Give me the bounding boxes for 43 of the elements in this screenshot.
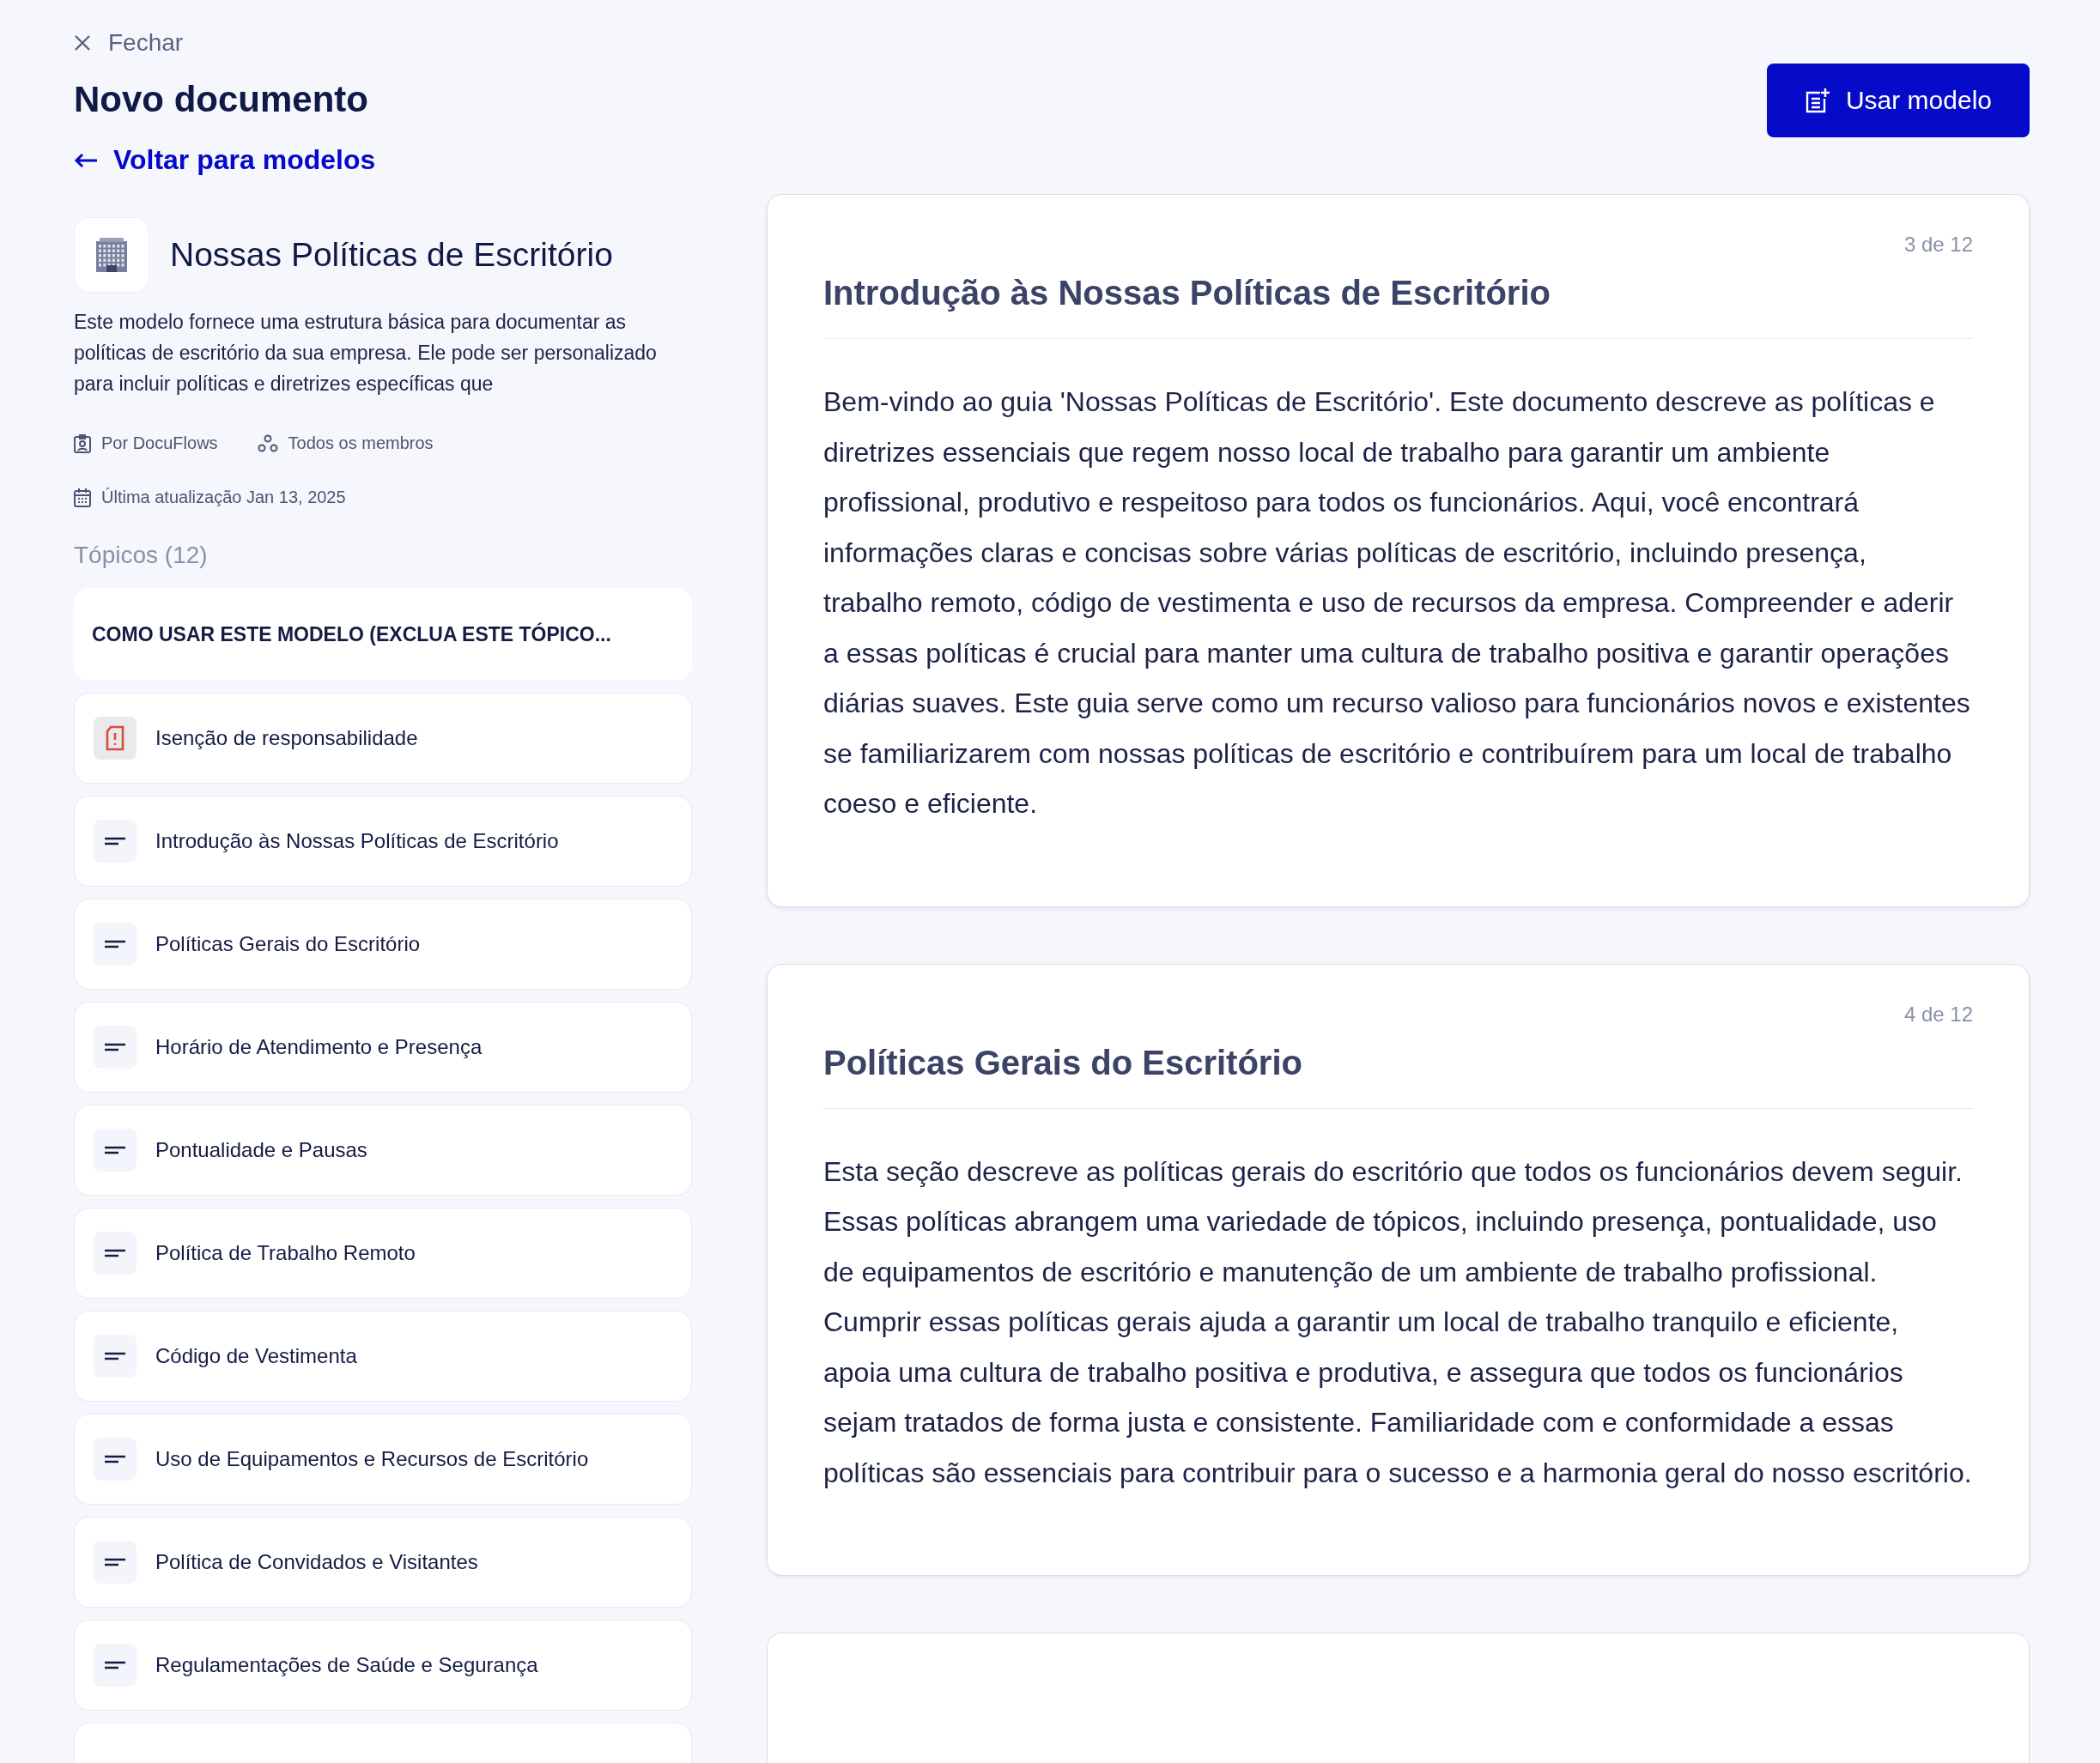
use-template-button[interactable]: Usar modelo [1766,64,2030,137]
alert-document-icon [104,725,126,751]
topic-item[interactable]: Horário de Atendimento e Presença [74,1002,692,1093]
template-title: Nossas Políticas de Escritório [170,236,613,274]
topic-item[interactable]: Isenção de responsabilidade [74,693,692,784]
section-title: Introdução às Nossas Políticas de Escritório [823,274,1973,339]
topic-item[interactable]: Regulamentações de Saúde e Segurança [74,1620,692,1711]
text-lines-icon [105,1660,125,1670]
text-lines-icon [105,1454,125,1464]
section-counter: 4 de 12 [1903,1002,1973,1027]
close-icon [74,34,91,51]
topic-item[interactable]: COMO USAR ESTE MODELO (EXCLUA ESTE TÓPICO... [74,588,692,681]
text-lines-icon [105,1042,125,1052]
topic-item[interactable]: Código de Vestimenta [74,1311,692,1402]
topic-item[interactable]: Políticas Gerais do Escritório [74,899,692,990]
topic-item[interactable]: Uso de Equipamentos e Recursos de Escritório [74,1414,692,1505]
badge-icon [74,433,91,453]
topic-item[interactable]: Introdução às Nossas Políticas de Escritório [74,796,692,887]
text-lines-icon [105,836,125,846]
section-counter: 3 de 12 [1903,233,1973,257]
topic-item[interactable]: Política de Convidados e Visitantes [74,1517,692,1608]
topics-heading: Tópicos (12) [74,542,209,569]
topic-item[interactable]: Política de Trabalho Remoto [74,1208,692,1299]
meta-text: Última atualização Jan 13, 2025 [101,488,346,507]
text-lines-icon [105,1351,125,1361]
meta-text: Todos os membros [288,433,434,453]
topic-item[interactable]: Pontualidade e Pausas [74,1105,692,1196]
document-plus-icon [1804,88,1830,113]
text-lines-icon [105,1557,125,1567]
page-title: Novo documento [74,79,369,120]
section-body: Bem-vindo ao guia 'Nossas Políticas de Escritório'. Este documento descreve as políticas e diretrizes essenciais que regem nosso local de trabalho para garantir um ambiente profissional, produtivo e respeitoso para todos os funcionários. Aqui, você encontrará informações claras e concisas sobre várias políticas de escritório, incluindo presença, trabalho remoto, código de vestimenta e uso de recursos da empresa. Compreender e aderir a essas políticas é crucial para manter uma cultura de trabalho positiva e garantir operações diárias suaves. Este guia serve como um recurso valioso para funcionários novos e existentes se familiarizarem com nossas políticas de escritório e contribuírem para um local de trabalho coeso e eficiente. [823,385,1971,821]
section-body: Esta seção descreve as políticas gerais do escritório que todos os funcionários devem seguir. Essas políticas abrangem uma variedade de tópicos, incluindo presença, pontualidade, uso de equipamentos de escritório e manutenção de um ambiente de trabalho profissional. Cumprir essas políticas gerais ajuda a garantir um local de trabalho tranquilo e eficiente, apoia uma cultura de trabalho positiva e produtiva, e assegura que todos os funcionários sejam tratados de forma justa e consistente. Familiaridade com e conformidade a essas políticas são essenciais para contribuir para o sucesso e a harmonia geral do nosso escritório. [823,1154,1973,1490]
back-link[interactable]: Voltar para modelos [74,144,376,176]
meta-text: Por DocuFlows [101,433,218,453]
text-lines-icon [105,1145,125,1155]
section-title: Políticas Gerais do Escritório [823,1043,1973,1109]
people-icon [257,433,278,453]
template-description: Este modelo fornece uma estrutura básica para documentar as políticas de escritório da sua empresa. Ele pode ser personalizado para incluir políticas e diretrizes específicas que [74,310,658,397]
calendar-icon [74,488,91,507]
arrow-left-icon [74,152,98,168]
text-lines-icon [105,939,125,949]
close-button[interactable]: Fechar [74,29,184,57]
text-lines-icon [105,1248,125,1258]
